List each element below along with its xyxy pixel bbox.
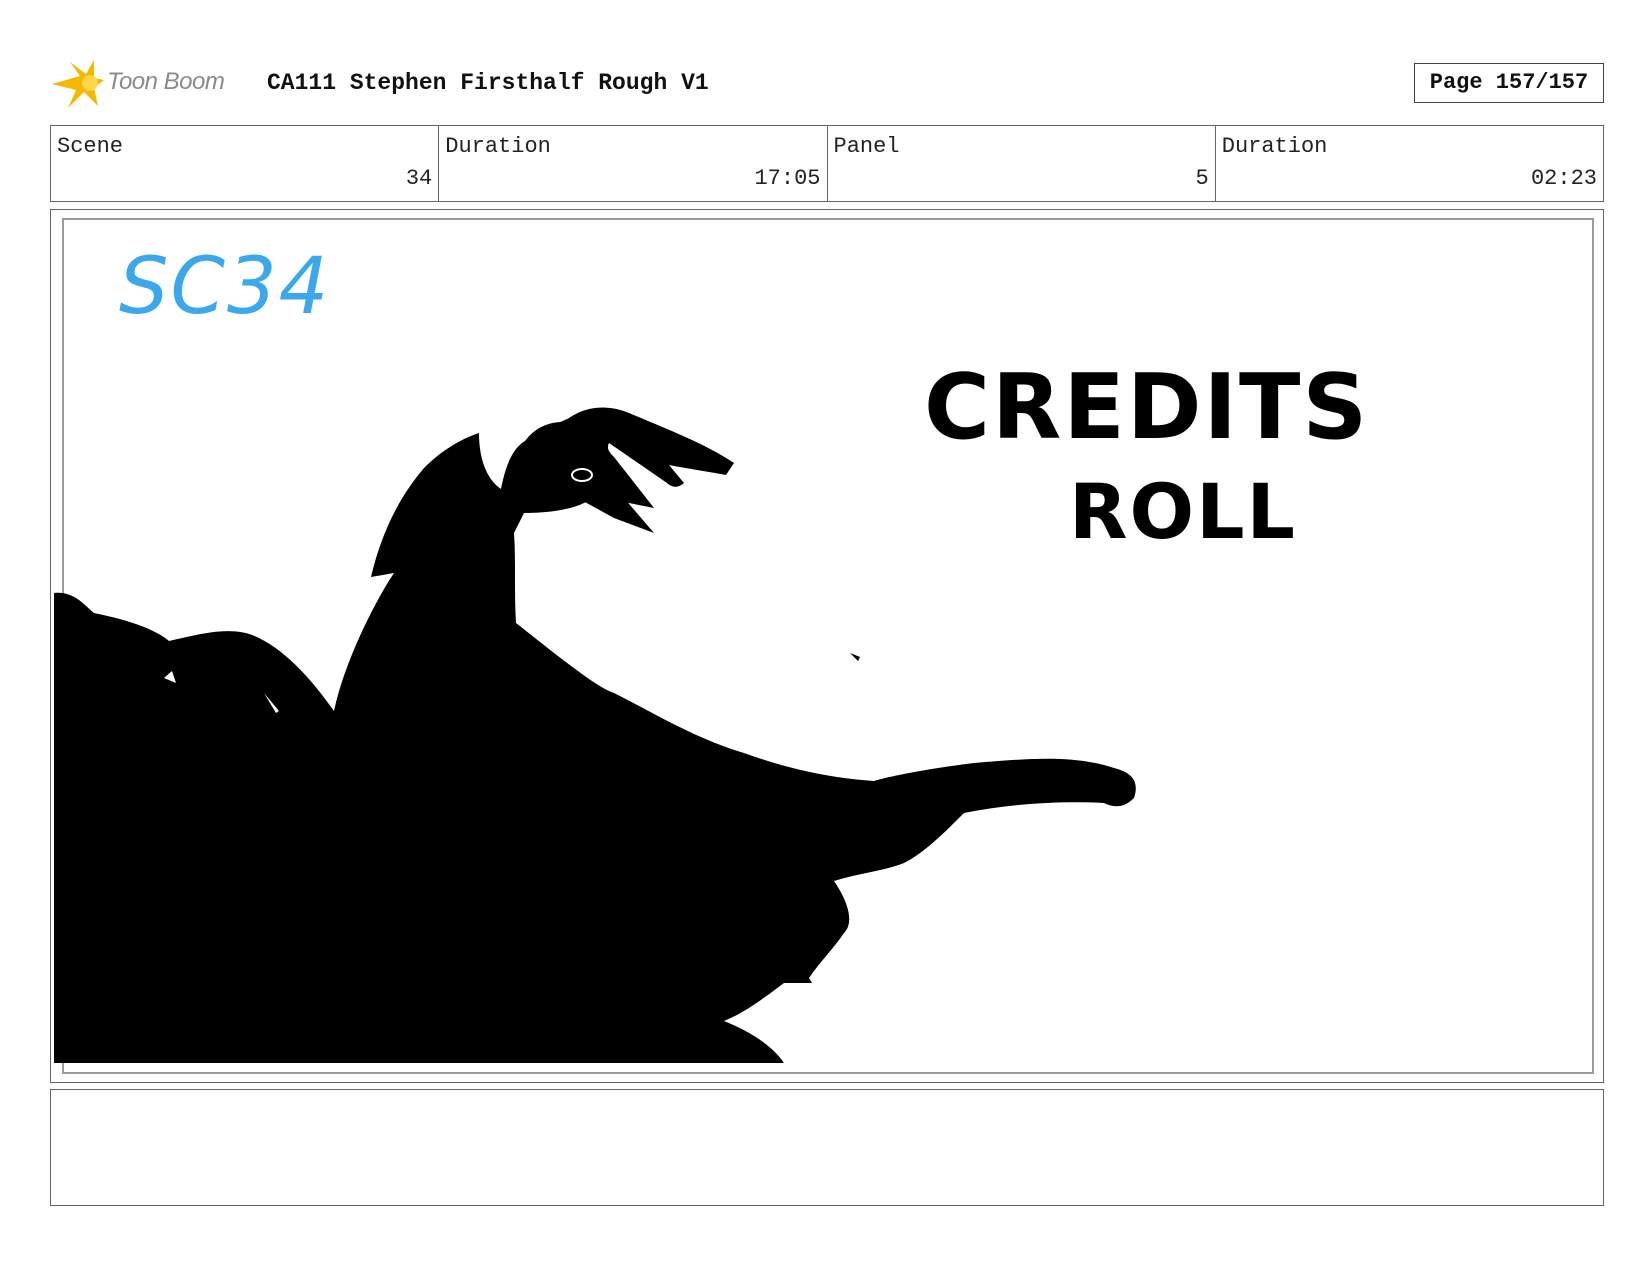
panel-cell: Panel 5 [828,126,1216,201]
credits-line-1: CREDITS [924,355,1369,460]
storyboard-panel: SC34 CREDITS ROLL [50,209,1604,1083]
logo-text: Toon Boom [107,68,225,95]
panel-value: 5 [1195,166,1209,191]
scene-cell: Scene 34 [51,126,440,201]
scene-value: 34 [405,166,433,191]
info-table: Scene 34 Duration 17:05 Panel 5 Duration… [50,125,1604,202]
document-title: CA111 Stephen Firsthalf Rough V1 [267,70,709,96]
scene-duration-cell: Duration 17:05 [439,126,828,201]
panel-notes-box [50,1089,1604,1206]
scene-duration-label: Duration [445,134,551,159]
panel-duration-label: Duration [1221,134,1328,159]
scene-label: Scene [57,134,124,159]
toon-boom-logo: Toon Boom [50,58,250,110]
credits-line-2: ROLL [1069,467,1297,556]
scene-duration-value: 17:05 [754,166,821,191]
panel-label: Panel [833,134,900,159]
page-header: Toon Boom CA111 Stephen Firsthalf Rough … [50,58,1604,110]
scene-note: SC34 [119,242,330,332]
panel-duration-value: 02:23 [1530,166,1597,191]
panel-drawing: SC34 CREDITS ROLL [54,242,1369,1063]
page-number: Page 157/157 [1414,63,1604,103]
star-burst-icon [52,60,104,108]
panel-duration-cell: Duration 02:23 [1216,126,1603,201]
